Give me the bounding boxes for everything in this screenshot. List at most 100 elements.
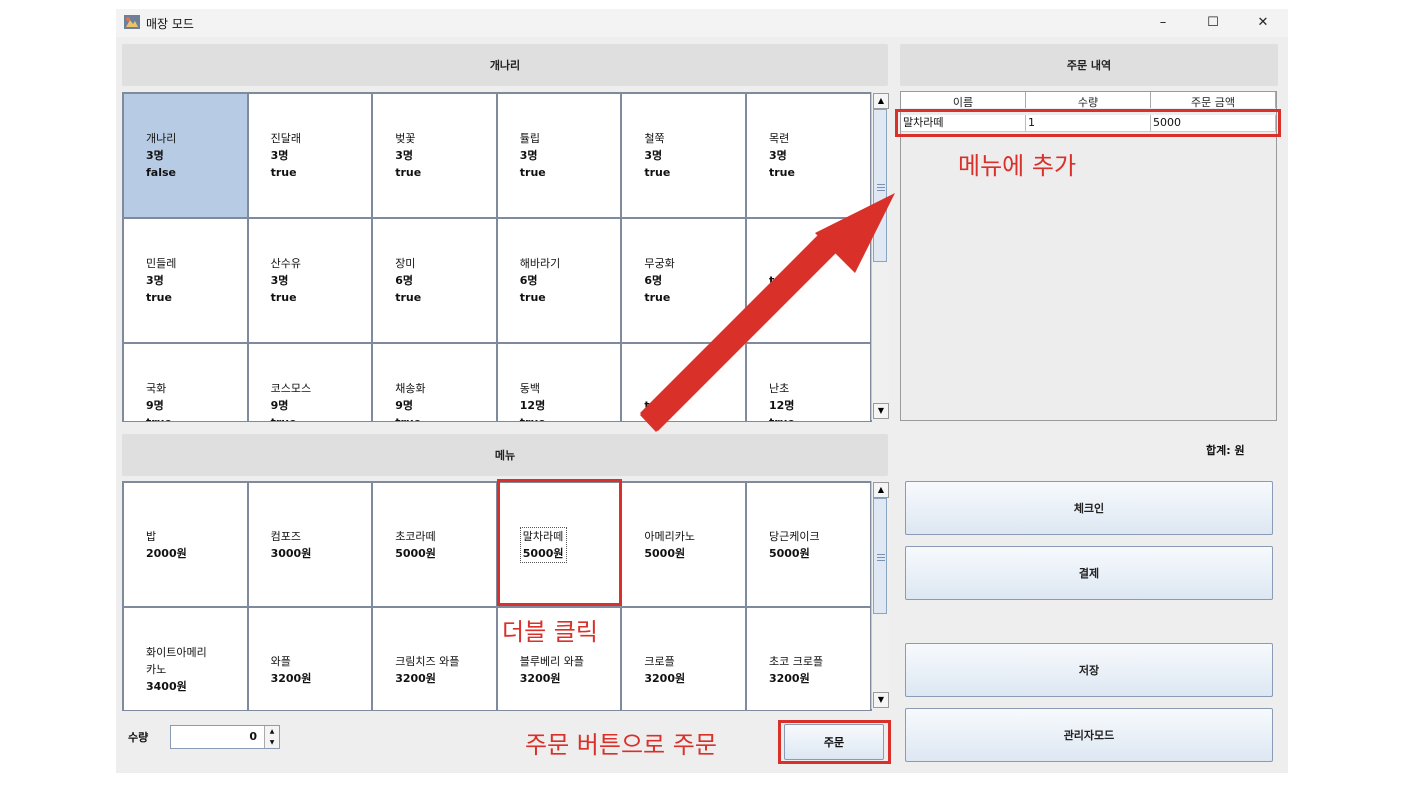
menu-item-price: 3000원 [270,546,312,560]
table-cell-status: true [270,166,297,179]
menu-item[interactable]: 크림치즈 와플 3200원 [372,607,497,710]
table-cell-name: 국화 [146,382,167,395]
scroll-up-icon[interactable]: ▲ [873,93,889,109]
table-cell-name: 진달래 [270,132,301,145]
menu-item-price: 5000원 [644,546,686,560]
table-cell[interactable]: 산수유 3명 true [247,218,373,343]
close-button[interactable]: ✕ [1248,13,1278,33]
table-cell[interactable]: 민들레 3명 true [123,218,248,343]
menu-item[interactable]: 화이트아메리 카노 3400원 [123,607,248,710]
table-cell-name: 목련 [768,132,790,145]
column-header[interactable]: 이름 [901,92,1026,108]
table-cell-name: 해바라기 [519,257,561,270]
table-cell-people: 9명 [395,399,413,412]
table-cell-status: true [271,414,372,421]
table-cell[interactable]: 동백 12명 true [496,343,622,421]
quantity-stepper[interactable]: 0 ▲ ▼ [170,725,280,749]
increment-icon[interactable]: ▲ [264,726,279,737]
table-cell-people: 9명 [270,399,289,412]
menu-item[interactable]: 초코 크로플 3200원 [745,607,871,710]
menu-item[interactable]: 아메리카노 5000원 [621,482,746,607]
checkin-button[interactable]: 체크인 [905,481,1273,535]
menu-panel-header: 메뉴 [122,434,888,476]
menu-item[interactable]: 당근케이크 5000원 [745,482,871,607]
minimize-button[interactable]: – [1148,13,1178,33]
table-cell-status: true [520,414,621,421]
table-cell[interactable]: 코스모스 9명 true [247,343,373,421]
order-button-highlight [778,720,891,764]
menu-item[interactable]: 컴포즈 3000원 [247,482,373,607]
scroll-down-icon[interactable]: ▼ [873,692,889,708]
menu-item-name: 당근케이크 [768,529,820,543]
table-cell-status: true [146,414,247,421]
menu-scrollbar[interactable]: ▲ ▼ [871,481,889,709]
table-cell-people: 9명 [146,399,164,412]
table-cell-status: true [644,166,671,179]
table-cell-people: 3명 [395,149,413,162]
table-cell-people: 12명 [519,399,546,412]
menu-item[interactable]: 초코라떼 5000원 [372,482,497,607]
table-cell-name: 장미 [395,257,416,270]
table-cell-name: 튤립 [519,132,541,145]
order-panel-header: 주문 내역 [900,44,1278,86]
table-cell-status: true [519,166,546,179]
column-header[interactable]: 주문 금액 [1151,92,1276,108]
table-cell[interactable]: 개나리 3명 false [123,93,248,218]
table-cell-status: true [395,166,422,179]
table-cell[interactable]: 채송화 9명 true [372,343,497,421]
table-cell[interactable]: 국화 9명 true [123,343,248,421]
decrement-icon[interactable]: ▼ [264,737,279,748]
quantity-value[interactable]: 0 [249,730,257,743]
menu-item-name: 와플 [270,654,291,668]
table-cell-name: 개나리 [146,132,177,145]
table-cell-people: 3명 [146,149,164,162]
menu-item-price: 3200원 [644,671,686,685]
table-cell-name: 코스모스 [270,382,312,395]
quantity-label: 수량 [128,731,149,744]
scroll-up-icon[interactable]: ▲ [873,482,889,498]
menu-item[interactable]: 와플 3200원 [247,607,373,710]
menu-item-price: 5000원 [768,546,810,560]
save-button[interactable]: 저장 [905,643,1273,697]
table-cell[interactable]: 장미 6명 true [372,218,497,343]
admin-mode-button[interactable]: 관리자모드 [905,708,1273,762]
title-bar: 매장 모드 – ☐ ✕ [116,9,1288,37]
menu-item-name: 블루베리 와플 [519,654,584,668]
annotation-add-to-menu: 메뉴에 추가 [958,152,1077,180]
menu-item-price: 3200원 [768,671,810,685]
menu-item-name: 초코라떼 [395,529,436,543]
order-row-highlight [895,109,1281,137]
scrollbar-thumb[interactable] [873,498,887,614]
table-cell-status: true [146,291,172,304]
window-title: 매장 모드 [146,17,194,31]
table-cell[interactable]: 튤립 3명 true [496,93,622,218]
table-cell-people: 3명 [644,149,663,162]
pay-button[interactable]: 결제 [905,546,1273,600]
table-cell-status: true [395,291,422,304]
menu-item-name: 크림치즈 와플 [395,654,460,668]
table-cell[interactable]: 진달래 3명 true [247,93,373,218]
table-cell-people: 6명 [519,274,538,287]
table-cell-name: 채송화 [395,382,426,395]
table-cell[interactable]: 벚꽃 3명 true [372,93,497,218]
table-cell-people: 3명 [519,149,538,162]
annotation-arrow-icon [640,193,895,432]
menu-item-name: 화이트아메리 카노 [146,646,207,676]
table-cell-people: 3명 [146,274,164,287]
table-cell-status: true [395,414,496,421]
menu-item-name: 크로플 [644,654,675,668]
menu-item-price: 3200원 [270,671,312,685]
table-cell-name: 민들레 [146,257,177,270]
table-cell-status: true [768,166,795,179]
order-table: 이름 수량 주문 금액 말차라떼 1 5000 [900,91,1277,421]
table-cell-name: 산수유 [270,257,301,270]
menu-item-price: 2000원 [146,546,187,560]
table-cell-name: 동백 [519,382,541,395]
table-cell-people: 3명 [270,274,289,287]
table-cell[interactable]: 해바라기 6명 true [496,218,622,343]
menu-item-name: 밥 [146,529,157,543]
menu-item[interactable]: 크로플 3200원 [621,607,746,710]
menu-item[interactable]: 밥 2000원 [123,482,248,607]
column-header[interactable]: 수량 [1026,92,1151,108]
maximize-button[interactable]: ☐ [1198,13,1228,33]
